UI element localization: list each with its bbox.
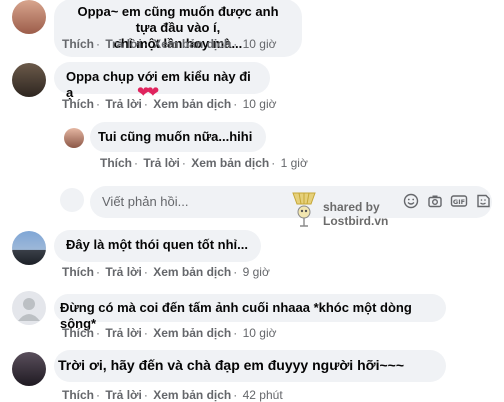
watermark-text: shared by Lostbird.vn <box>323 200 388 228</box>
avatar[interactable] <box>12 63 46 97</box>
default-user-icon <box>18 298 40 321</box>
comment-text-line: Oppa~ em cũng muốn được anh tựa đầu vào … <box>77 4 279 35</box>
translate-link[interactable]: Xem bản dịch <box>153 37 231 51</box>
avatar <box>60 188 84 212</box>
comment-text: Tui cũng muốn nữa...hihi <box>98 129 253 144</box>
comment-actions: Thích · Trả lời · Xem bản dịch · 10 giờ <box>62 97 277 111</box>
reply-link[interactable]: Trả lời <box>105 388 142 402</box>
comment-bubble: Tui cũng muốn nữa...hihi <box>90 122 266 152</box>
reply-link[interactable]: Trả lời <box>105 265 142 279</box>
timestamp[interactable]: 1 giờ <box>281 156 308 170</box>
like-link[interactable]: Thích <box>62 326 94 340</box>
translate-link[interactable]: Xem bản dịch <box>191 156 269 170</box>
reply-link[interactable]: Trả lời <box>105 97 142 111</box>
translate-link[interactable]: Xem bản dịch <box>153 326 231 340</box>
timestamp[interactable]: 9 giờ <box>243 265 270 279</box>
translate-link[interactable]: Xem bản dịch <box>153 265 231 279</box>
avatar[interactable] <box>64 128 84 148</box>
timestamp[interactable]: 10 giờ <box>243 97 277 111</box>
comment-actions: Thích · Trả lời · Xem bản dịch · 42 phút <box>62 388 283 402</box>
translate-link[interactable]: Xem bản dịch <box>153 97 231 111</box>
comment-bubble: Trời ơi, hãy đến và chà đạp em đuyyy ngư… <box>54 350 446 382</box>
reply-link[interactable]: Trả lời <box>105 37 142 51</box>
reply-link[interactable]: Trả lời <box>105 326 142 340</box>
comment-actions: Thích · Trả lời · Xem bản dịch · 1 giờ <box>100 156 308 170</box>
avatar[interactable] <box>12 0 46 34</box>
comment-bubble: Đây là một thói quen tốt nhỉ... <box>54 230 261 262</box>
like-link[interactable]: Thích <box>62 388 94 402</box>
like-link[interactable]: Thích <box>62 97 94 111</box>
like-link[interactable]: Thích <box>62 37 94 51</box>
comment-text: Oppa chụp với em kiểu này đi ạ <box>66 69 251 100</box>
lostbird-logo-icon <box>292 192 316 227</box>
reply-placeholder: Viết phản hồi... <box>102 194 189 209</box>
avatar[interactable] <box>12 231 46 265</box>
gif-icon[interactable]: GIF <box>450 193 468 211</box>
emoji-icon[interactable] <box>402 193 420 211</box>
svg-text:GIF: GIF <box>453 198 465 206</box>
camera-icon[interactable] <box>426 193 444 211</box>
translate-link[interactable]: Xem bản dịch <box>153 388 231 402</box>
avatar[interactable] <box>12 352 46 386</box>
comment-actions: Thích · Trả lời · Xem bản dịch · 10 giờ <box>62 326 277 340</box>
watermark-line: Lostbird.vn <box>323 214 389 228</box>
comment-actions: Thích · Trả lời · Xem bản dịch · 9 giờ <box>62 265 270 279</box>
timestamp[interactable]: 10 giờ <box>243 326 277 340</box>
timestamp[interactable]: 10 giờ <box>243 37 277 51</box>
comment-text: Đây là một thói quen tốt nhỉ... <box>66 237 248 252</box>
comment-bubble: Oppa chụp với em kiểu này đi ạ <box>54 62 270 100</box>
comment-text: Trời ơi, hãy đến và chà đạp em đuyyy ngư… <box>58 357 405 373</box>
comment-bubble: Đừng có mà coi đến tấm ảnh cuối nhaaa *k… <box>54 294 446 331</box>
watermark-line: shared by <box>323 200 380 214</box>
watermark: shared by Lostbird.vn <box>289 190 401 232</box>
timestamp[interactable]: 42 phút <box>243 388 283 402</box>
comment-actions: Thích · Trả lời · Xem bản dịch · 10 giờ <box>62 37 277 51</box>
avatar[interactable] <box>12 291 46 325</box>
sticker-icon[interactable] <box>474 193 492 211</box>
like-link[interactable]: Thích <box>62 265 94 279</box>
like-link[interactable]: Thích <box>100 156 132 170</box>
reply-link[interactable]: Trả lời <box>143 156 180 170</box>
